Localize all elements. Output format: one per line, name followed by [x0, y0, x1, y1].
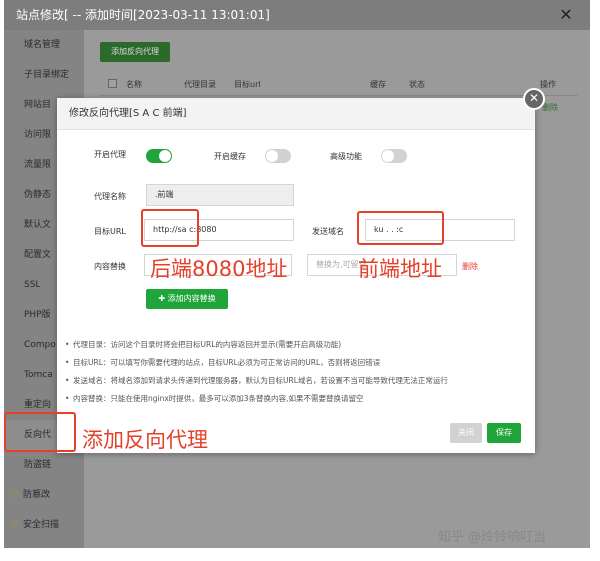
sidebar-item-subdir[interactable]: 子目录绑定 — [4, 60, 84, 90]
dialog-close-icon[interactable]: ✕ — [523, 88, 545, 110]
help-tip: • 内容替换：只能在使用nginx时提供，最多可以添加3条替换内容,如果不需要替换… — [65, 392, 531, 406]
window-close-icon[interactable]: ✕ — [556, 5, 576, 25]
proxy-name-field: .前端 — [146, 184, 294, 206]
dialog-title: 修改反向代理[S A C 前端] — [57, 98, 535, 130]
add-content-replace-button[interactable]: ✚ 添加内容替换 — [146, 289, 228, 309]
column-cache: 缓存 — [370, 80, 386, 89]
shield-icon: ⛉ — [12, 490, 18, 499]
shield-icon: ⛉ — [12, 520, 18, 529]
save-button[interactable]: 保存 — [487, 423, 521, 443]
enable-proxy-toggle[interactable] — [146, 149, 172, 163]
column-status: 状态 — [409, 80, 425, 89]
add-reverse-proxy-button[interactable]: 添加反向代理 — [100, 42, 170, 62]
select-all-checkbox[interactable] — [108, 79, 117, 88]
close-button[interactable]: 关闭 — [450, 423, 482, 443]
bullet-icon: • — [65, 394, 70, 403]
row-delete-link[interactable]: 删除 — [542, 102, 558, 113]
column-actions: 操作 — [540, 80, 556, 89]
bullet-icon: • — [65, 358, 70, 367]
send-domain-label: 发送域名 — [312, 227, 344, 236]
screenshot-stage: 站点修改[ -- 添加时间[2023-03-11 13:01:01] ✕ 域名管… — [0, 0, 600, 561]
advanced-features-toggle[interactable] — [381, 149, 407, 163]
sidebar-item-security-scan[interactable]: ⛉ 安全扫描 — [4, 510, 84, 540]
sidebar-item-domains[interactable]: 域名管理 — [4, 30, 84, 60]
toggle-knob — [159, 150, 171, 162]
help-tip: • 目标URL：可以填写你需要代理的站点，目标URL必须为可正常访问的URL，否则… — [65, 356, 531, 370]
enable-cache-label: 开启缓存 — [214, 152, 246, 161]
help-tip: • 发送域名：将域名添加到请求头传递到代理服务器，默认为目标URL域名，若设置不当… — [65, 374, 531, 388]
delete-replace-link[interactable]: 删除 — [462, 261, 478, 272]
bullet-icon: • — [65, 340, 70, 349]
bullet-icon: • — [65, 376, 70, 385]
annotation-box-reverse-proxy-nav — [4, 412, 76, 452]
toggle-knob — [266, 150, 278, 162]
sidebar-item-tamper-proof[interactable]: ⛉ 防篡改 — [4, 480, 84, 510]
watermark: 知乎 @玲铃响叮当 — [438, 530, 547, 545]
edit-reverse-proxy-dialog: 修改反向代理[S A C 前端] ✕ 开启代理 开启缓存 高级功能 代理名称 .… — [57, 88, 545, 453]
content-replace-label: 内容替换 — [94, 262, 126, 271]
annotation-add-proxy-note: 添加反向代理 — [82, 428, 208, 452]
plus-icon: ✚ — [158, 294, 168, 303]
target-url-label: 目标URL — [94, 227, 126, 236]
annotation-box-target-url — [141, 209, 199, 247]
enable-proxy-label: 开启代理 — [94, 150, 126, 159]
advanced-features-label: 高级功能 — [330, 152, 362, 161]
column-name: 名称 — [126, 80, 142, 89]
column-proxy-dir: 代理目录 — [184, 80, 216, 89]
annotation-box-send-domain — [357, 211, 444, 245]
toggle-knob — [382, 150, 394, 162]
site-edit-title: 站点修改[ -- 添加时间[2023-03-11 13:01:01] — [4, 0, 590, 30]
proxy-name-label: 代理名称 — [94, 192, 126, 201]
enable-cache-toggle[interactable] — [265, 149, 291, 163]
annotation-backend-note: 后端8080地址 — [150, 257, 288, 281]
annotation-frontend-note: 前端地址 — [358, 257, 442, 281]
column-target-url: 目标url — [234, 80, 261, 89]
help-tip: • 代理目录：访问这个目录时将会把目标URL的内容返回并显示(需要开启高级功能) — [65, 338, 531, 352]
proxy-table-header: 名称 代理目录 目标url 缓存 状态 操作 — [100, 72, 578, 96]
sidebar-item-hotlink[interactable]: 防盗链 — [4, 450, 84, 480]
